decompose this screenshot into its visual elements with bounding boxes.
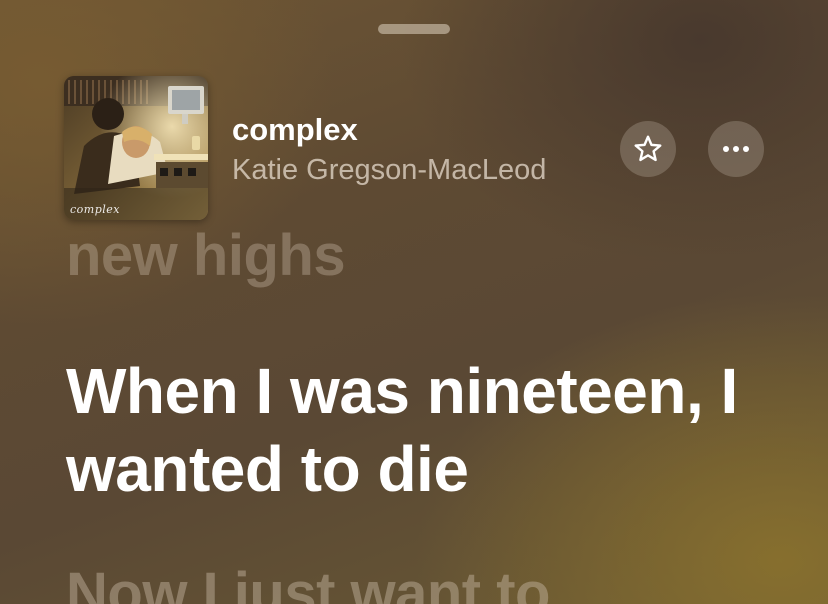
track-artist[interactable]: Katie Gregson-MacLeod — [232, 154, 546, 187]
more-options-button[interactable] — [708, 121, 764, 177]
album-artwork-image — [64, 76, 208, 220]
artwork-caption: complex — [70, 203, 120, 216]
album-artwork[interactable]: complex — [64, 76, 208, 220]
lyric-line-current[interactable]: When I was nineteen, I wanted to die — [66, 352, 786, 508]
lyric-line-previous[interactable]: new highs — [66, 222, 346, 289]
track-title[interactable]: complex — [232, 112, 358, 148]
now-playing-lyrics-screen: complex complex Katie Gregson-MacLeod ne… — [0, 0, 828, 604]
star-icon — [634, 135, 662, 162]
lyric-line-next[interactable]: Now I just want to — [66, 560, 550, 604]
favorite-button[interactable] — [620, 121, 676, 177]
sheet-grabber-handle[interactable] — [378, 24, 450, 34]
ellipsis-icon — [723, 146, 749, 152]
